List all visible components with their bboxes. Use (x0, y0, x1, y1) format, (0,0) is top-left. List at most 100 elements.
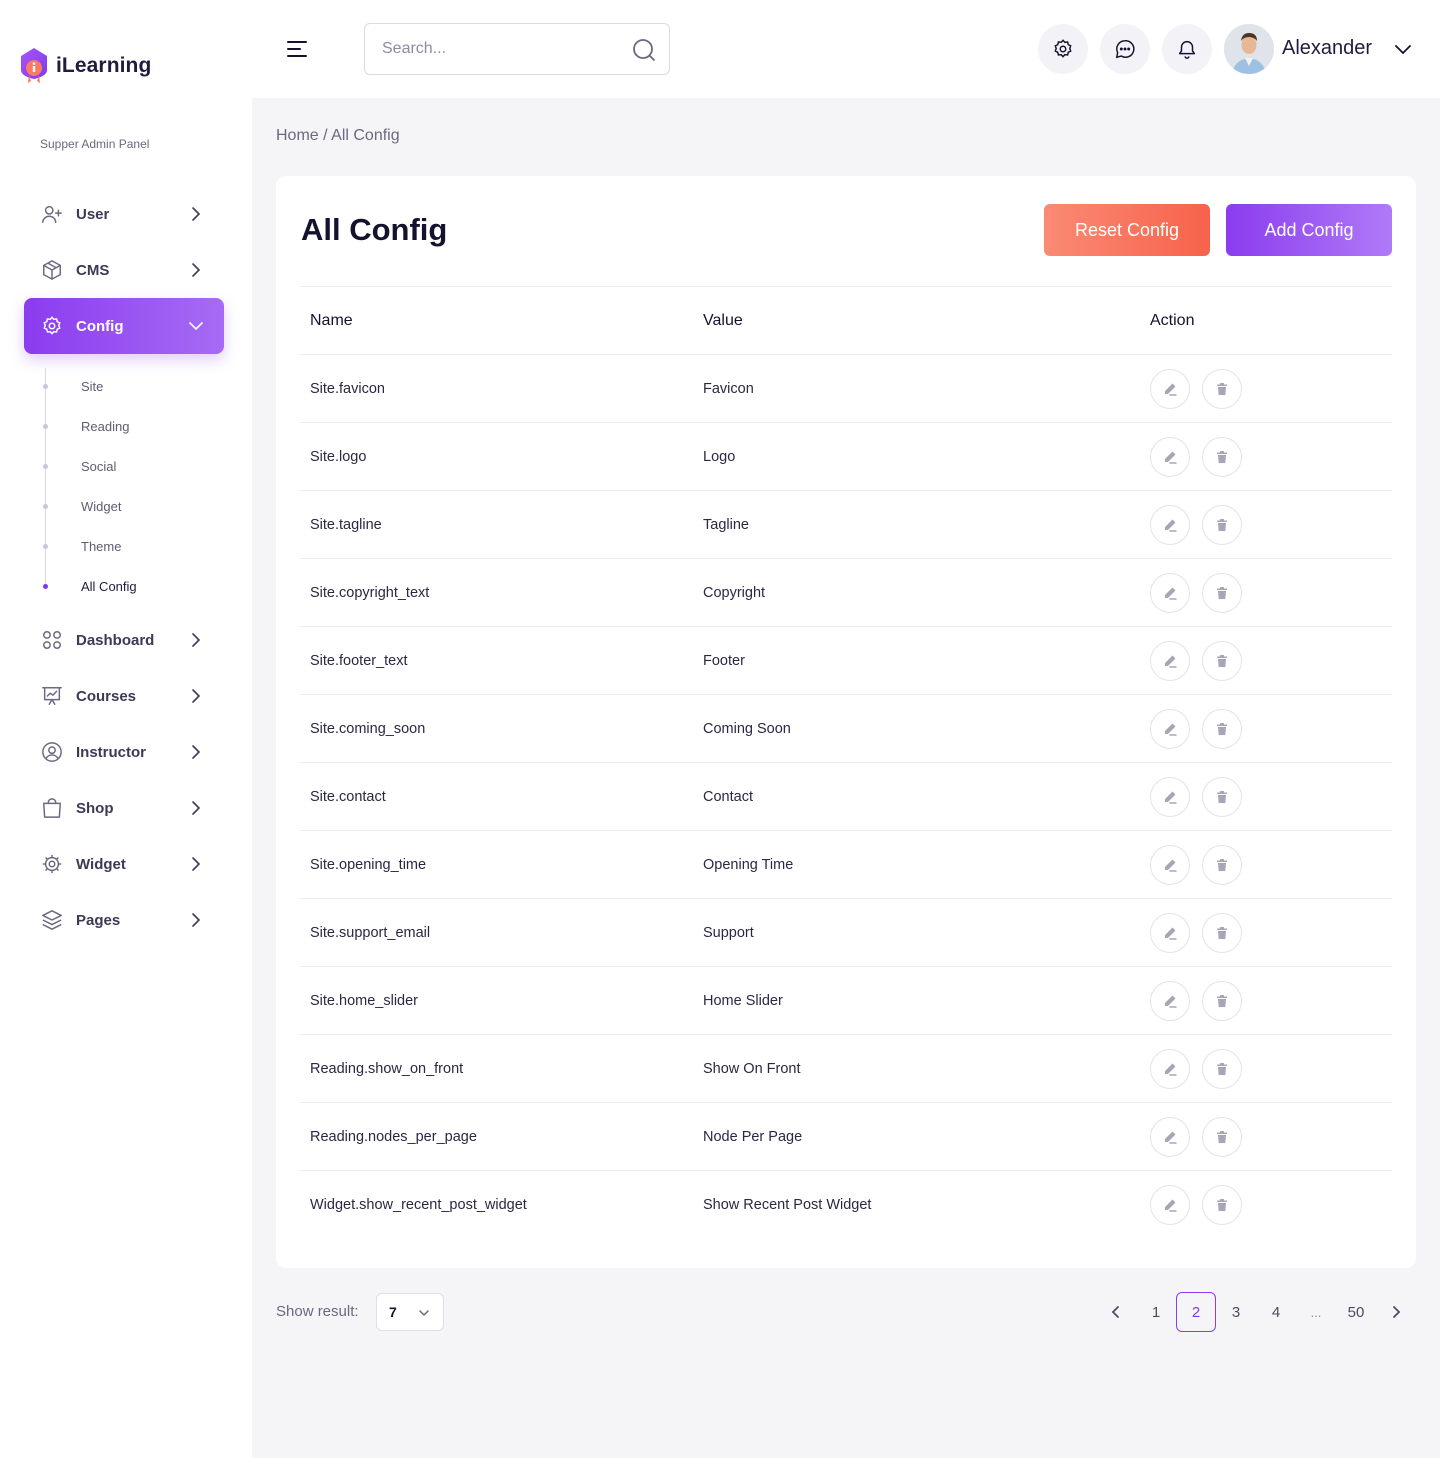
top-header: Alexander (252, 0, 1440, 98)
sidebar-item-config[interactable]: Config (24, 298, 224, 354)
subnav-item-widget[interactable]: Widget (24, 486, 224, 526)
sidebar-item-shop[interactable]: Shop (24, 780, 224, 836)
edit-button[interactable] (1150, 912, 1190, 953)
delete-button[interactable] (1202, 640, 1242, 681)
delete-button[interactable] (1202, 912, 1242, 953)
edit-button[interactable] (1150, 776, 1190, 817)
sidebar-item-user[interactable]: User (24, 186, 224, 242)
sidebar-item-pages[interactable]: Pages (24, 892, 224, 948)
grid-icon (40, 628, 64, 652)
sidebar-item-cms[interactable]: CMS (24, 242, 224, 298)
edit-pencil-icon (1162, 381, 1178, 397)
edit-button[interactable] (1150, 844, 1190, 885)
cell-name: Reading.nodes_per_page (310, 1128, 477, 1145)
search-icon[interactable] (631, 37, 657, 63)
edit-pencil-icon (1162, 1129, 1178, 1145)
chevron-down-icon (189, 322, 203, 331)
delete-button[interactable] (1202, 776, 1242, 817)
brand-logo-icon (18, 46, 50, 86)
table-row: Site.opening_time Opening Time (300, 831, 1392, 899)
edit-button[interactable] (1150, 1116, 1190, 1157)
add-config-button[interactable]: Add Config (1226, 204, 1392, 256)
delete-button[interactable] (1202, 1116, 1242, 1157)
chevron-right-icon (192, 745, 201, 759)
edit-button[interactable] (1150, 708, 1190, 749)
trash-icon (1214, 993, 1230, 1009)
subnav-item-label: Site (81, 378, 104, 394)
delete-button[interactable] (1202, 368, 1242, 409)
delete-button[interactable] (1202, 1185, 1242, 1225)
sidebar-item-widget[interactable]: Widget (24, 836, 224, 892)
cell-name: Site.favicon (310, 380, 385, 397)
trash-icon (1214, 1129, 1230, 1145)
delete-button[interactable] (1202, 572, 1242, 613)
sidebar-item-courses[interactable]: Courses (24, 668, 224, 724)
column-header-value[interactable]: Value (703, 312, 1150, 330)
cell-value: Opening Time (703, 856, 794, 873)
edit-button[interactable] (1150, 1048, 1190, 1089)
show-result-select[interactable]: 7 (376, 1293, 444, 1331)
cell-actions (1150, 504, 1392, 545)
delete-button[interactable] (1202, 436, 1242, 477)
pagination-page[interactable]: 50 (1336, 1292, 1376, 1332)
pagination-page[interactable]: 4 (1256, 1292, 1296, 1332)
cell-value: Coming Soon (703, 720, 791, 737)
delete-button[interactable] (1202, 708, 1242, 749)
subnav-item-reading[interactable]: Reading (24, 406, 224, 446)
edit-button[interactable] (1150, 1185, 1190, 1225)
notifications-button[interactable] (1162, 24, 1212, 74)
pagination-page[interactable]: 3 (1216, 1292, 1256, 1332)
cog-wheel-icon (40, 852, 64, 876)
pagination-page[interactable]: 2 (1176, 1292, 1216, 1332)
cell-actions (1150, 1185, 1392, 1225)
search-input[interactable] (365, 40, 615, 58)
messages-button[interactable] (1100, 24, 1150, 74)
cell-value: Show On Front (703, 1060, 801, 1077)
reset-config-button[interactable]: Reset Config (1044, 204, 1210, 256)
subnav-item-site[interactable]: Site (24, 366, 224, 406)
trash-icon (1214, 653, 1230, 669)
sidebar-item-label: Config (76, 317, 124, 335)
chevron-down-icon[interactable] (1392, 38, 1414, 60)
column-header-action: Action (1150, 311, 1195, 329)
subnav-item-theme[interactable]: Theme (24, 526, 224, 566)
cell-name: Site.home_slider (310, 992, 418, 1009)
delete-button[interactable] (1202, 1048, 1242, 1089)
delete-button[interactable] (1202, 844, 1242, 885)
edit-pencil-icon (1162, 857, 1178, 873)
subnav-item-social[interactable]: Social (24, 446, 224, 486)
subnav-item-all-config[interactable]: All Config (24, 566, 224, 606)
edit-button[interactable] (1150, 572, 1190, 613)
hamburger-menu-icon[interactable] (286, 40, 308, 58)
cell-name: Site.footer_text (310, 652, 408, 669)
edit-button[interactable] (1150, 980, 1190, 1021)
edit-button[interactable] (1150, 640, 1190, 681)
trash-icon (1214, 789, 1230, 805)
panel-label: Supper Admin Panel (40, 137, 150, 151)
brand-logo[interactable]: iLearning (18, 46, 151, 86)
trash-icon (1214, 1197, 1230, 1213)
username[interactable]: Alexander (1282, 37, 1372, 60)
breadcrumb-home[interactable]: Home (276, 127, 319, 144)
cell-actions (1150, 1048, 1392, 1089)
subnav-item-label: Widget (81, 498, 122, 514)
sidebar-item-instructor[interactable]: Instructor (24, 724, 224, 780)
edit-button[interactable] (1150, 368, 1190, 409)
pagination: 1 2 3 4... 50 (1096, 1292, 1416, 1332)
pagination-next-button[interactable] (1376, 1292, 1416, 1332)
edit-button[interactable] (1150, 436, 1190, 477)
delete-button[interactable] (1202, 504, 1242, 545)
edit-button[interactable] (1150, 504, 1190, 545)
cell-value: Tagline (703, 516, 749, 533)
user-circle-icon (40, 740, 64, 764)
pagination-prev-button[interactable] (1096, 1292, 1136, 1332)
sidebar-item-dashboard[interactable]: Dashboard (24, 612, 224, 668)
cell-name: Site.copyright_text (310, 584, 430, 601)
user-add-icon (40, 202, 64, 226)
delete-button[interactable] (1202, 980, 1242, 1021)
settings-button[interactable] (1038, 24, 1088, 74)
column-header-name[interactable]: Name (300, 312, 703, 330)
pagination-page[interactable]: 1 (1136, 1292, 1176, 1332)
avatar[interactable] (1224, 24, 1274, 74)
cell-actions (1150, 1116, 1392, 1157)
